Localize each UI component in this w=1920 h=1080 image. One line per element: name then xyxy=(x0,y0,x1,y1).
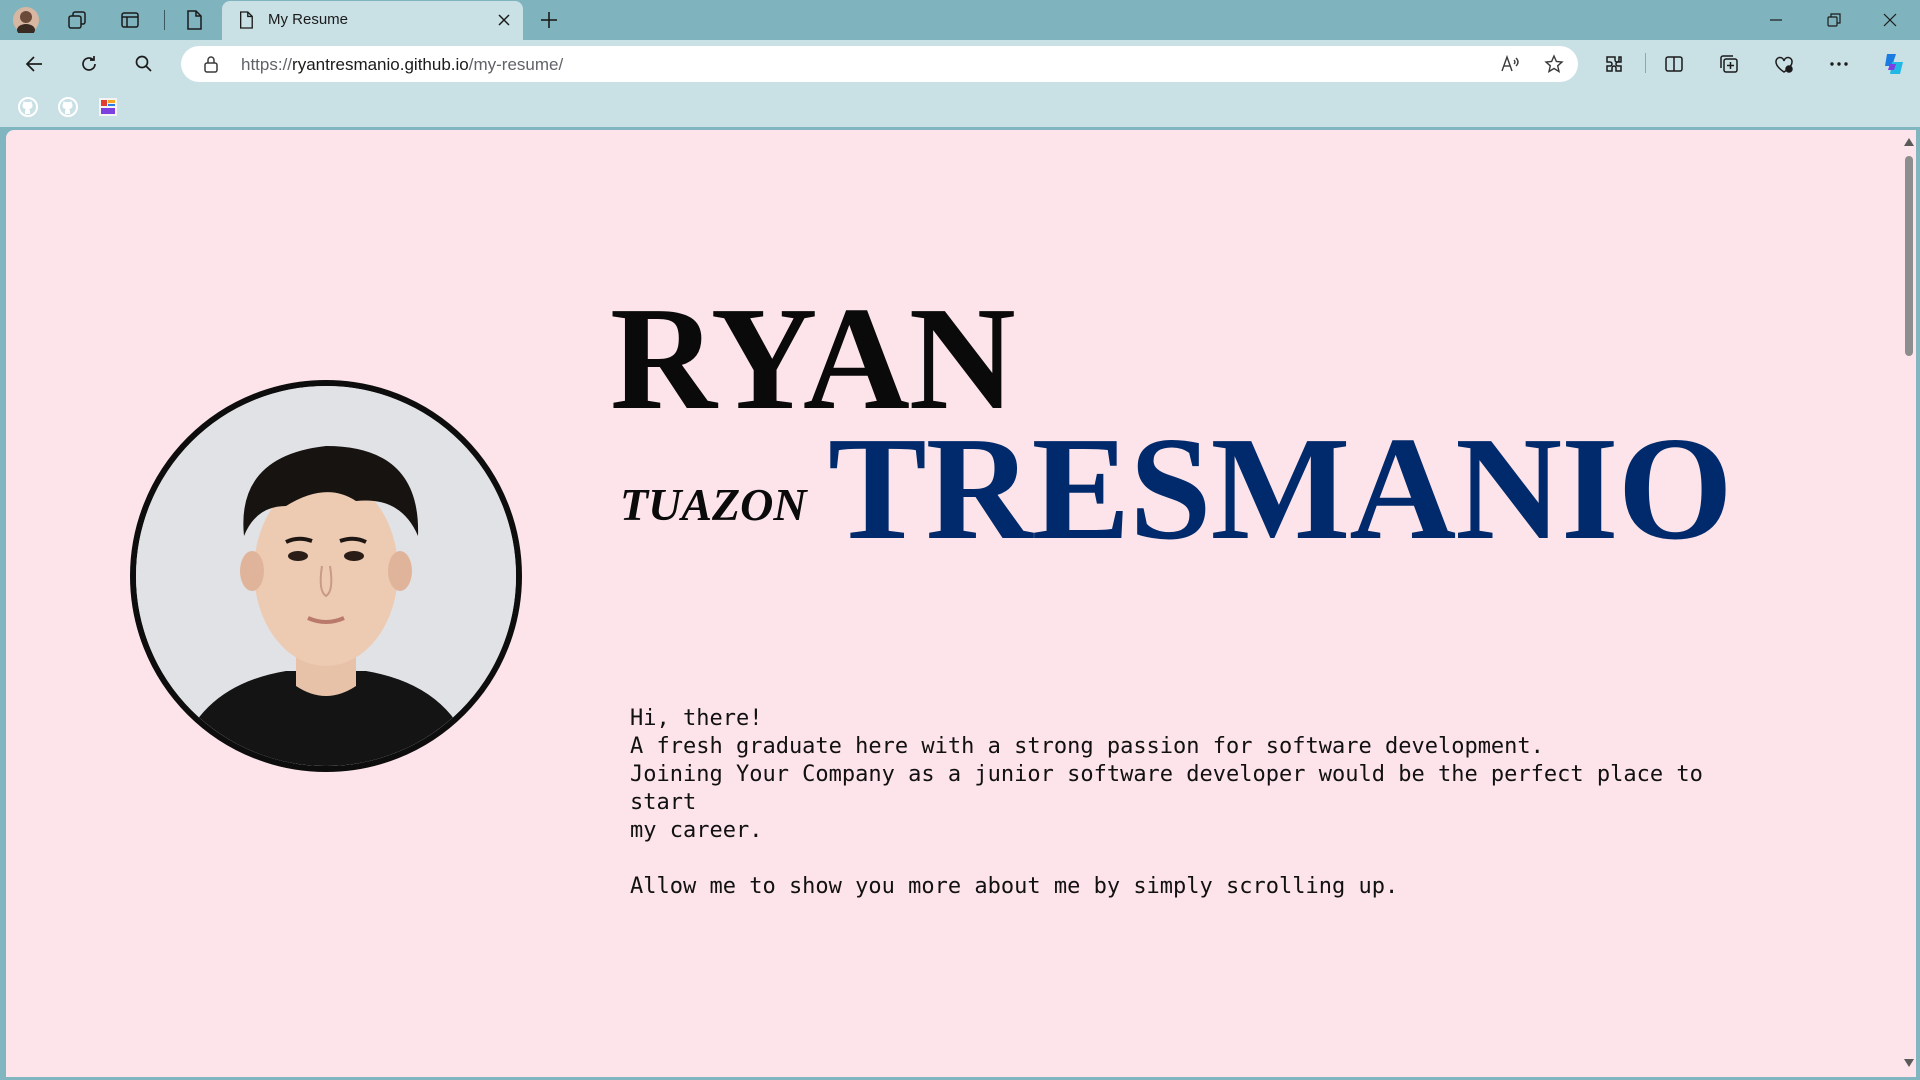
browser-essentials-icon[interactable] xyxy=(1768,48,1800,80)
more-options-icon[interactable] xyxy=(1823,48,1855,80)
favorites-bar xyxy=(0,87,1920,127)
browser-title-bar: My Resume xyxy=(0,0,1920,40)
intro-line: my career. xyxy=(630,818,763,843)
tab-my-resume[interactable]: My Resume xyxy=(222,1,523,40)
github-icon[interactable] xyxy=(57,96,79,118)
lock-icon[interactable] xyxy=(203,55,219,78)
split-screen-icon[interactable] xyxy=(1658,48,1690,80)
search-icon[interactable] xyxy=(128,48,160,80)
scrollbar-thumb[interactable] xyxy=(1905,156,1913,356)
intro-text: Hi, there! A fresh graduate here with a … xyxy=(630,705,1760,901)
extensions-icon[interactable] xyxy=(1598,48,1630,80)
vertical-scrollbar[interactable] xyxy=(1900,130,1916,1077)
intro-line xyxy=(630,845,1760,873)
refresh-icon[interactable] xyxy=(73,48,105,80)
profile-avatar-icon[interactable] xyxy=(12,6,40,34)
intro-line: Joining Your Company as a junior softwar… xyxy=(630,762,1703,787)
page-icon[interactable] xyxy=(180,6,208,34)
back-icon[interactable] xyxy=(18,48,50,80)
middle-name: TUAZON xyxy=(620,479,807,530)
close-tab-icon[interactable] xyxy=(495,11,513,29)
scroll-up-icon[interactable] xyxy=(1903,136,1915,148)
app-icon[interactable] xyxy=(97,96,119,118)
intro-line: A fresh graduate here with a strong pass… xyxy=(630,734,1544,759)
page-viewport: RYAN TUAZON TRESMANIO Hi, there! A fresh… xyxy=(6,130,1916,1077)
collections-icon[interactable] xyxy=(1713,48,1745,80)
page-icon xyxy=(238,11,254,34)
url-text[interactable]: https://ryantresmanio.github.io/my-resum… xyxy=(241,55,563,75)
divider xyxy=(164,10,165,30)
favorite-star-icon[interactable] xyxy=(1544,54,1564,79)
copilot-icon[interactable] xyxy=(1878,48,1910,80)
profile-photo xyxy=(130,380,522,772)
workspaces-icon[interactable] xyxy=(63,6,91,34)
restore-icon[interactable] xyxy=(1820,6,1848,34)
read-aloud-icon[interactable] xyxy=(1500,54,1520,79)
intro-line: Allow me to show you more about me by si… xyxy=(630,874,1399,899)
close-window-icon[interactable] xyxy=(1876,6,1904,34)
url-path: /my-resume/ xyxy=(468,55,564,74)
intro-line: start xyxy=(630,790,697,815)
scroll-down-icon[interactable] xyxy=(1903,1057,1915,1069)
minimize-icon[interactable] xyxy=(1762,6,1790,34)
intro-line: Hi, there! xyxy=(630,706,763,731)
divider xyxy=(1645,53,1646,73)
url-scheme: https:// xyxy=(241,55,293,74)
browser-toolbar: https://ryantresmanio.github.io/my-resum… xyxy=(0,40,1920,87)
address-bar[interactable]: https://ryantresmanio.github.io/my-resum… xyxy=(181,46,1578,82)
last-name-heading: TRESMANIO xyxy=(828,407,1733,571)
new-tab-icon[interactable] xyxy=(535,6,563,34)
tab-actions-icon[interactable] xyxy=(116,6,144,34)
github-icon[interactable] xyxy=(17,96,39,118)
tab-title: My Resume xyxy=(268,11,349,28)
url-host: ryantresmanio.github.io xyxy=(292,55,469,74)
